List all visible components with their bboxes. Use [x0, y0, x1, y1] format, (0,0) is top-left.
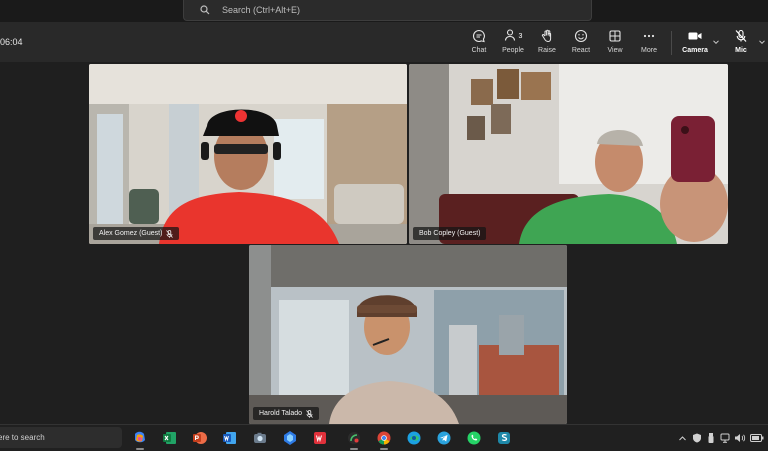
camera-label: Camera: [682, 47, 708, 54]
people-label: People: [502, 47, 524, 54]
raise-label: Raise: [538, 47, 556, 54]
react-button[interactable]: React: [570, 28, 592, 60]
wps-icon[interactable]: [311, 429, 329, 447]
search-icon: [200, 5, 212, 15]
excel-icon[interactable]: [161, 429, 179, 447]
battery-icon[interactable]: [750, 432, 764, 444]
view-button[interactable]: View: [604, 28, 626, 60]
search-box[interactable]: Search (Ctrl+Alt+E): [183, 0, 592, 21]
tray-overflow-chevron-icon[interactable]: [678, 432, 687, 444]
participant-name: Harold Talado: [259, 410, 303, 417]
security-shield-icon[interactable]: [692, 432, 702, 444]
participant-name-tag: Harold Talado: [253, 407, 320, 420]
raise-hand-icon: [540, 28, 554, 44]
video-feed-alex-gomez: [89, 64, 407, 244]
vpn-icon[interactable]: [281, 429, 299, 447]
people-count: 3: [518, 32, 523, 40]
app-s-icon[interactable]: [495, 429, 513, 447]
view-label: View: [607, 47, 623, 54]
raise-hand-button[interactable]: Raise: [536, 28, 558, 60]
participant-name: Bob Copley (Guest): [419, 230, 481, 237]
usb-device-icon[interactable]: [708, 432, 714, 444]
video-feed-bob-copley: [409, 64, 728, 244]
search-placeholder: Search (Ctrl+Alt+E): [222, 5, 301, 15]
camera-app-icon[interactable]: [251, 429, 269, 447]
whatsapp-icon[interactable]: [465, 429, 483, 447]
more-label: More: [641, 47, 657, 54]
powerpoint-icon[interactable]: [191, 429, 209, 447]
mic-muted-icon: [734, 28, 748, 44]
browser-icon[interactable]: [345, 429, 363, 450]
title-bar: Search (Ctrl+Alt+E): [0, 0, 768, 22]
participant-name-tag: Alex Gomez (Guest): [93, 227, 180, 240]
video-camera-icon: [687, 28, 703, 44]
camera-options-chevron-icon[interactable]: [712, 38, 720, 46]
video-feed-harold-talado: [249, 245, 567, 424]
volume-icon[interactable]: [734, 432, 746, 444]
mic-muted-icon: [166, 229, 174, 238]
participant-tile-bob-copley[interactable]: Bob Copley (Guest): [409, 64, 728, 244]
participant-name: Alex Gomez (Guest): [99, 230, 163, 237]
video-stage: Alex Gomez (Guest) Bob Copley (Guest) Ha…: [0, 62, 768, 424]
windows-taskbar: ere to search: [0, 424, 768, 451]
chrome-icon[interactable]: [375, 429, 393, 450]
people-button[interactable]: 3 People: [500, 28, 526, 60]
grid-view-icon: [608, 28, 622, 44]
chat-label: Chat: [471, 47, 487, 54]
people-icon: [504, 28, 518, 44]
taskbar-search-text: ere to search: [0, 433, 45, 442]
edge-icon[interactable]: [405, 429, 423, 447]
participant-tile-harold-talado[interactable]: Harold Talado: [249, 245, 567, 424]
mic-button[interactable]: Mic: [730, 28, 752, 60]
taskbar-search-box[interactable]: ere to search: [0, 427, 122, 448]
more-button[interactable]: More: [638, 28, 660, 60]
participant-tile-alex-gomez[interactable]: Alex Gomez (Guest): [89, 64, 407, 244]
toolbar-divider: [671, 31, 672, 55]
participant-name-tag: Bob Copley (Guest): [413, 227, 487, 240]
mic-muted-icon: [306, 409, 313, 418]
more-dots-icon: [642, 28, 656, 44]
mic-label: Mic: [735, 47, 747, 54]
meeting-toolbar: 06:04 Chat 3 People Raise React View Mor…: [0, 22, 768, 63]
mic-options-chevron-icon[interactable]: [758, 38, 766, 46]
network-icon[interactable]: [720, 432, 730, 444]
copilot-icon[interactable]: [131, 429, 149, 450]
react-label: React: [571, 47, 591, 54]
camera-button[interactable]: Camera: [680, 28, 710, 60]
chat-button[interactable]: Chat: [468, 28, 490, 60]
smiley-icon: [574, 28, 588, 44]
meeting-timer: 06:04: [0, 37, 23, 47]
telegram-icon[interactable]: [435, 429, 453, 447]
chat-icon: [472, 28, 486, 44]
word-icon[interactable]: [221, 429, 239, 447]
